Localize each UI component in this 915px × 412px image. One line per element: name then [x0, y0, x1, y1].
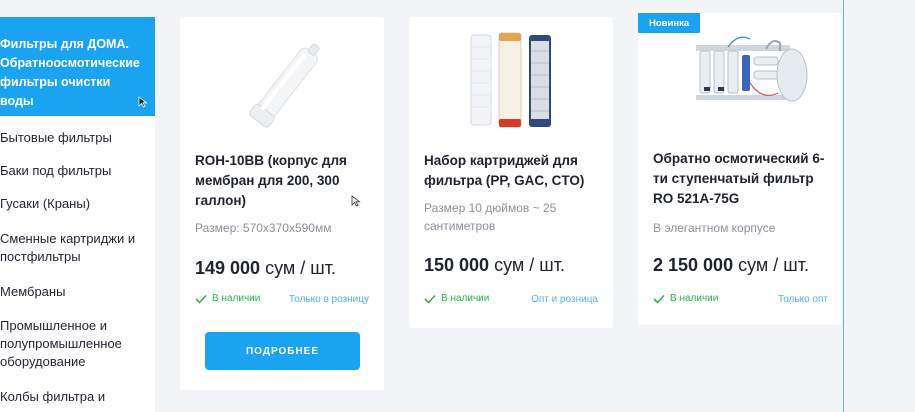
layout-divider	[843, 0, 844, 412]
stock-status: В наличии	[424, 293, 489, 304]
stock-status: В наличии	[653, 293, 718, 304]
sidebar-header-label: Фильтры для ДОМА. Обратноосмотические фи…	[0, 37, 140, 108]
stock-label: В наличии	[212, 293, 261, 304]
product-price: 150 000 сум / шт.	[424, 255, 565, 276]
price-unit: сум / шт.	[489, 255, 565, 275]
sidebar-item-membranes[interactable]: Мембраны	[0, 283, 73, 301]
cursor-icon	[351, 195, 361, 207]
cartridges-image[interactable]	[409, 27, 613, 145]
sidebar-item-faucets[interactable]: Гусаки (Краны)	[0, 195, 98, 213]
check-icon	[653, 294, 665, 304]
details-button[interactable]: ПОДРОБНЕЕ	[205, 332, 360, 370]
price-value: 2 150 000	[653, 255, 734, 275]
sale-type: Опт и розница	[531, 294, 598, 305]
sidebar-item-housings[interactable]: Колбы фильтра и	[0, 388, 150, 406]
sale-type: Только в розницу	[288, 294, 369, 305]
stock-status: В наличии	[195, 293, 260, 304]
sidebar-item-industrial[interactable]: Промышленное и полупромышленное оборудов…	[0, 317, 150, 371]
product-subtitle: Размер: 570x370x590мм	[195, 221, 332, 235]
product-price: 2 150 000 сум / шт.	[653, 255, 809, 276]
sidebar-item-cartridges[interactable]: Сменные картриджи и постфильтры	[0, 230, 150, 266]
product-title[interactable]: Обратно осмотический 6-ти ступенчатый фи…	[653, 149, 833, 209]
product-title[interactable]: Набор картриджей для фильтра (PP, GAC, C…	[424, 151, 604, 191]
ro-system-image[interactable]	[638, 27, 842, 145]
stock-label: В наличии	[670, 293, 719, 304]
product-subtitle: Размер 10 дюймов ~ 25 сантиметров	[424, 201, 557, 233]
product-title[interactable]: ROH-10BB (корпус для мембран для 200, 30…	[195, 151, 375, 211]
product-card[interactable]: Набор картриджей для фильтра (PP, GAC, C…	[409, 17, 613, 328]
sidebar-item-household-filters[interactable]: Бытовые фильтры	[0, 129, 120, 147]
price-value: 150 000	[424, 255, 490, 275]
sidebar-category-active[interactable]: Фильтры для ДОМА. Обратноосмотические фи…	[0, 17, 155, 116]
check-icon	[424, 294, 436, 304]
check-icon	[195, 294, 207, 304]
price-unit: сум / шт.	[733, 255, 809, 275]
product-price: 149 000 сум / шт.	[195, 258, 336, 279]
cursor-icon	[138, 96, 148, 108]
product-subtitle: В элегантном корпусе	[653, 221, 776, 235]
sidebar-item-tanks[interactable]: Баки под фильтры	[0, 162, 119, 180]
sale-type: Только опт	[777, 294, 828, 305]
sidebar: Фильтры для ДОМА. Обратноосмотические фи…	[0, 17, 155, 412]
product-card[interactable]: Новинка Обратно осмотический 6-ти ступен…	[638, 13, 842, 325]
filter-housing-image[interactable]	[180, 27, 384, 145]
stock-label: В наличии	[441, 293, 490, 304]
price-unit: сум / шт.	[260, 258, 336, 278]
price-value: 149 000	[195, 258, 261, 278]
